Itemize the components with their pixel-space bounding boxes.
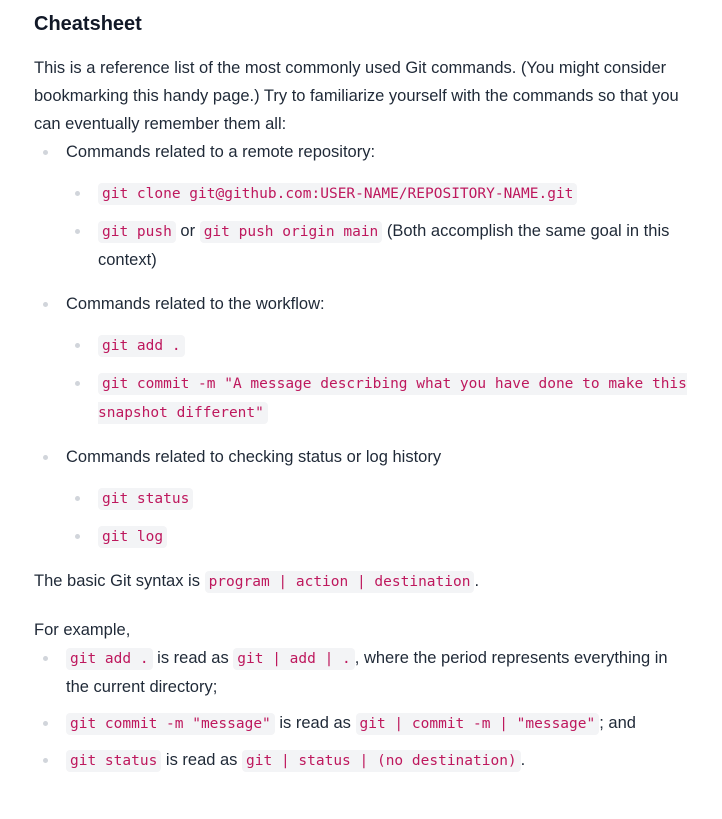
code-snippet: git log: [98, 526, 168, 548]
bullet-dot: [43, 758, 48, 763]
inline-text: ; and: [599, 714, 636, 732]
intro-paragraph: This is a reference list of the most com…: [34, 59, 679, 133]
inline-text: is read as: [274, 714, 356, 732]
example-lead-paragraph: For example,: [34, 621, 131, 639]
bullet-dot: [43, 455, 48, 460]
inline-text: is read as: [161, 751, 243, 769]
list-item: git status: [66, 484, 688, 513]
bullet-dot: [75, 229, 80, 234]
list-item: git commit -m "message" is read as git |…: [34, 709, 688, 738]
code-snippet: git status: [66, 750, 162, 772]
bullet-dot: [75, 496, 80, 501]
bullet-dot: [75, 343, 80, 348]
inline-text: .: [520, 751, 526, 769]
list-item: git add .: [66, 331, 688, 360]
list-item: git push or git push origin main (Both a…: [66, 217, 688, 274]
section-heading: Cheatsheet: [34, 13, 142, 35]
list-item-workflow-commands: Commands related to the workflow: git ad…: [34, 290, 688, 427]
bullet-dot: [43, 721, 48, 726]
list-item: git add . is read as git | add | ., wher…: [34, 644, 688, 701]
bullet-dot: [43, 302, 48, 307]
inline-text: or: [175, 222, 200, 240]
list-item: git log: [66, 522, 688, 551]
list-item: git commit -m "A message describing what…: [66, 369, 688, 427]
group-title: Commands related to the workflow:: [66, 295, 325, 313]
syntax-paragraph: The basic Git syntax is program | action…: [34, 567, 688, 596]
inline-text: .: [474, 572, 480, 590]
inline-text: is read as: [152, 649, 234, 667]
bullet-dot: [43, 150, 48, 155]
list-item: git status is read as git | status | (no…: [34, 746, 688, 775]
bullet-dot: [75, 381, 80, 386]
code-snippet: git add .: [98, 335, 185, 357]
status-commands-list: git status git log: [66, 484, 688, 551]
group-title: Commands related to checking status or l…: [66, 448, 442, 466]
code-snippet: git | commit -m | "message": [355, 713, 600, 735]
list-item: git clone git@github.com:USER-NAME/REPOS…: [66, 179, 688, 208]
bullet-dot: [75, 191, 80, 196]
code-snippet: git | status | (no destination): [242, 750, 521, 772]
cheatsheet-content: Cheatsheet This is a reference list of t…: [0, 0, 722, 775]
inline-text: The basic Git syntax is: [34, 572, 205, 590]
workflow-commands-list: git add . git commit -m "A message descr…: [66, 331, 688, 427]
code-snippet: git push origin main: [199, 221, 383, 243]
remote-commands-list: git clone git@github.com:USER-NAME/REPOS…: [66, 179, 688, 274]
code-snippet: program | action | destination: [204, 571, 475, 593]
list-item-status-commands: Commands related to checking status or l…: [34, 443, 688, 551]
code-snippet: git push: [98, 221, 176, 243]
examples-list: git add . is read as git | add | ., wher…: [34, 644, 688, 775]
code-snippet: git commit -m "message": [66, 713, 275, 735]
group-title: Commands related to a remote repository:: [66, 143, 376, 161]
bullet-dot: [43, 656, 48, 661]
code-snippet: git add .: [66, 648, 153, 670]
code-snippet: git clone git@github.com:USER-NAME/REPOS…: [98, 183, 578, 205]
code-snippet: git commit -m "A message describing what…: [98, 373, 687, 424]
bullet-dot: [75, 534, 80, 539]
list-item-remote-commands: Commands related to a remote repository:…: [34, 138, 688, 274]
code-snippet: git | add | .: [233, 648, 355, 670]
code-snippet: git status: [98, 488, 194, 510]
command-groups-list: Commands related to a remote repository:…: [34, 138, 688, 551]
